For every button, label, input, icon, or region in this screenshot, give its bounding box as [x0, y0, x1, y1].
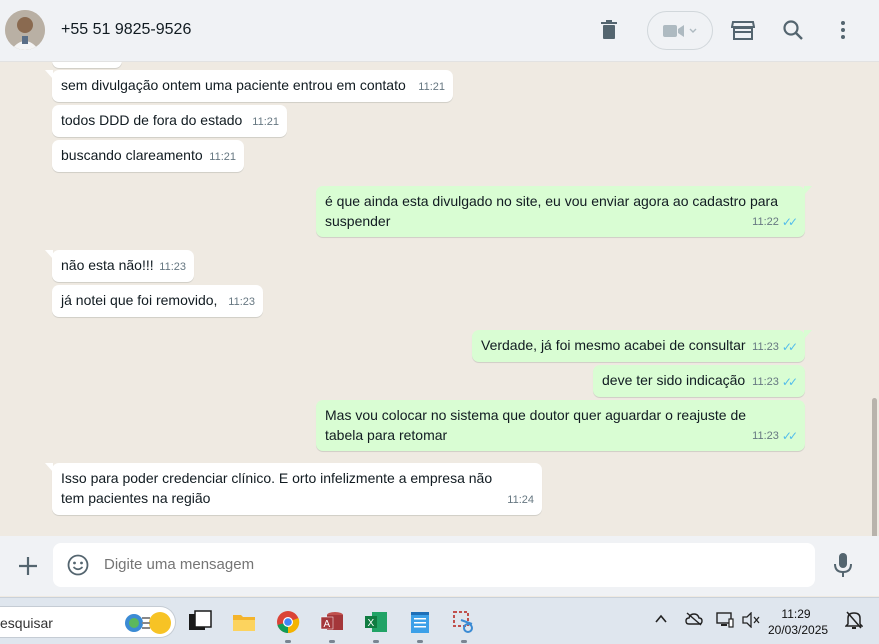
- microphone-icon[interactable]: [832, 552, 854, 578]
- message-incoming[interactable]: buscando clareamento 11:21: [52, 140, 244, 172]
- double-check-icon: ✓✓: [781, 214, 798, 229]
- message-time: 11:23: [228, 295, 255, 308]
- message-text: todos DDD de fora do estado: [61, 112, 243, 128]
- store-icon[interactable]: [731, 18, 755, 42]
- double-check-icon: ✓✓: [781, 339, 798, 354]
- message-text: Isso para poder credenciar clínico. E or…: [61, 470, 493, 506]
- svg-text:X: X: [368, 618, 375, 629]
- message-text: já notei que foi removido,: [61, 292, 218, 308]
- message-list[interactable]: sem divulgação ontem uma paciente entrou…: [0, 62, 879, 536]
- message-time: 11:24: [507, 493, 534, 506]
- message-composer: [0, 536, 879, 596]
- chevron-down-icon: [689, 28, 697, 33]
- speaker-muted-icon[interactable]: [742, 611, 760, 631]
- message-input-container[interactable]: [53, 543, 815, 587]
- video-call-button[interactable]: [647, 11, 713, 50]
- contact-name[interactable]: +55 51 9825-9526: [61, 21, 191, 39]
- os-taskbar: esquisar A X 11:29 20/03/2025: [0, 597, 879, 644]
- message-text: Verdade, já foi mesmo acabei de consulta…: [481, 337, 746, 353]
- file-explorer-icon[interactable]: [232, 610, 256, 634]
- message-incoming[interactable]: todos DDD de fora do estado 11:21: [52, 105, 287, 137]
- message-text: Mas vou colocar no sistema que doutor qu…: [325, 407, 747, 443]
- message-incoming[interactable]: Isso para poder credenciar clínico. E or…: [45, 463, 542, 515]
- emoji-icon[interactable]: [67, 554, 89, 576]
- taskbar-search-box[interactable]: esquisar: [0, 606, 176, 638]
- message-incoming[interactable]: não esta não!!! 11:23: [45, 250, 194, 282]
- message-time: 11:22: [752, 215, 779, 228]
- double-check-icon: ✓✓: [781, 374, 798, 389]
- message-outgoing[interactable]: deve ter sido indicação 11:23 ✓✓: [593, 365, 805, 397]
- snipping-tool-icon[interactable]: [452, 610, 476, 634]
- search-icon[interactable]: [781, 18, 805, 42]
- message-text: deve ter sido indicação: [602, 372, 746, 388]
- chat-scrollbar[interactable]: [872, 398, 877, 536]
- message-time: 11:23: [159, 260, 186, 273]
- message-text: sem divulgação ontem uma paciente entrou…: [61, 77, 406, 93]
- chrome-icon[interactable]: [276, 610, 300, 634]
- taskbar-search-text: esquisar: [0, 615, 53, 631]
- excel-icon[interactable]: X: [364, 610, 388, 634]
- access-icon[interactable]: A: [320, 610, 344, 634]
- message-outgoing[interactable]: Mas vou colocar no sistema que doutor qu…: [316, 400, 805, 451]
- message-time: 11:21: [252, 115, 279, 128]
- contact-avatar[interactable]: [5, 10, 45, 50]
- menu-kebab-icon[interactable]: [831, 18, 855, 42]
- message-bubble-partial: [52, 62, 122, 68]
- message-time: 11:23: [752, 340, 779, 353]
- taskbar-clock[interactable]: 11:29 20/03/2025: [768, 606, 829, 638]
- notification-bell-icon[interactable]: [844, 610, 864, 633]
- message-time: 11:21: [418, 80, 445, 93]
- message-text: buscando clareamento: [61, 147, 203, 163]
- svg-text:A: A: [324, 619, 331, 630]
- trash-icon[interactable]: [597, 18, 621, 42]
- message-input[interactable]: [104, 556, 784, 573]
- task-view-icon[interactable]: [188, 610, 212, 634]
- search-highlight-icon: [125, 612, 171, 634]
- message-time: 11:21: [209, 150, 236, 163]
- message-time: 11:23: [752, 429, 779, 442]
- message-time: 11:23: [752, 375, 779, 388]
- notepad-icon[interactable]: [408, 610, 432, 634]
- video-camera-icon: [663, 24, 684, 37]
- chevron-up-icon[interactable]: [654, 612, 668, 629]
- double-check-icon: ✓✓: [781, 428, 798, 443]
- message-text: é que ainda esta divulgado no site, eu v…: [325, 193, 778, 229]
- message-outgoing[interactable]: Verdade, já foi mesmo acabei de consulta…: [472, 330, 812, 362]
- message-outgoing[interactable]: é que ainda esta divulgado no site, eu v…: [316, 186, 812, 237]
- clock-date: 20/03/2025: [768, 623, 829, 637]
- message-text: não esta não!!!: [61, 257, 154, 273]
- message-incoming[interactable]: sem divulgação ontem uma paciente entrou…: [45, 70, 453, 102]
- message-incoming[interactable]: já notei que foi removido, 11:23: [52, 285, 263, 317]
- attach-plus-icon[interactable]: [16, 554, 40, 578]
- cloud-offline-icon[interactable]: [685, 612, 703, 629]
- network-icon[interactable]: [716, 612, 734, 631]
- clock-time: 11:29: [781, 607, 811, 621]
- chat-header: +55 51 9825-9526: [0, 0, 879, 62]
